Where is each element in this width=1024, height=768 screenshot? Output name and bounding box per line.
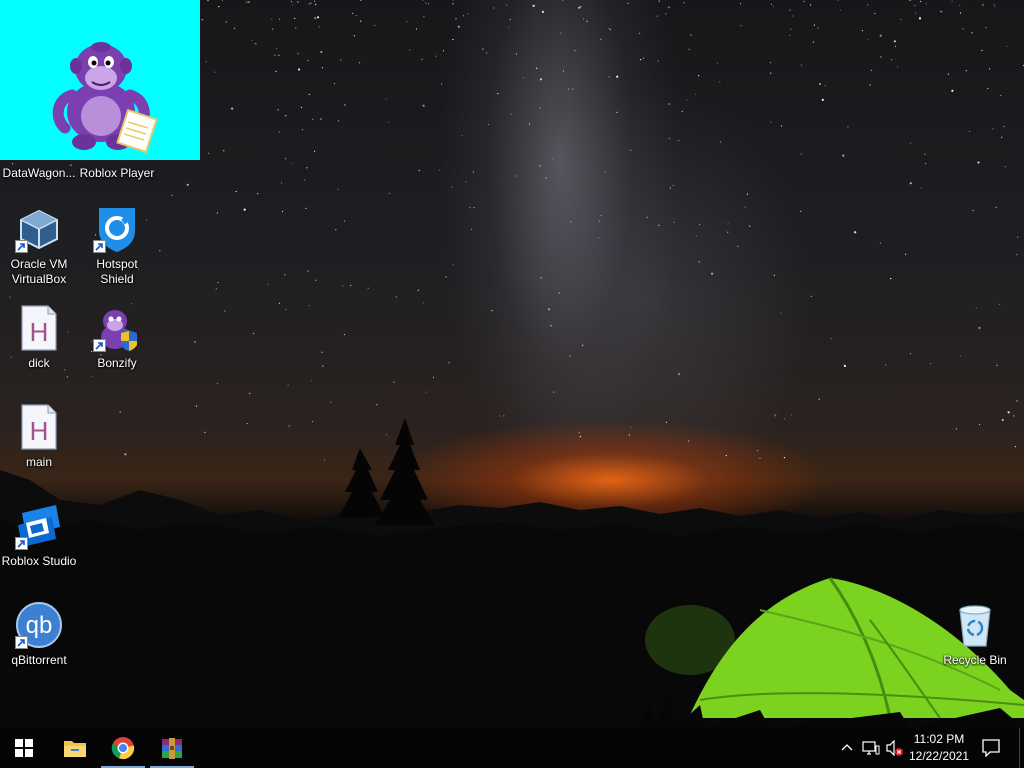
clock-date: 12/22/2021 — [908, 749, 970, 763]
datawagon-icon — [15, 114, 63, 162]
desktop-icon-qbittorrent[interactable]: qb qBittorrent — [0, 601, 78, 668]
desktop-icon-label: dick — [28, 356, 50, 370]
network-icon — [862, 741, 880, 755]
desktop-icon-label: main — [25, 455, 52, 469]
show-desktop-button[interactable] — [1019, 728, 1024, 768]
taskbar: 11:02 PM 12/22/2021 — [0, 728, 1024, 768]
desktop-icon-roblox-studio[interactable]: Roblox Studio — [0, 502, 78, 569]
clock-time: 11:02 PM — [913, 732, 965, 746]
shortcut-arrow-icon — [15, 240, 28, 253]
file-explorer-icon — [64, 741, 86, 757]
chrome-icon — [111, 737, 135, 760]
desktop-icon-roblox-player[interactable]: Roblox Player — [78, 114, 156, 181]
svg-text:H: H — [30, 416, 49, 446]
network-tray-button[interactable] — [862, 740, 880, 761]
roblox-studio-icon — [15, 502, 63, 550]
desktop-icon-label: Hotspot Shield — [96, 257, 138, 286]
shortcut-arrow-icon — [15, 537, 28, 550]
windows-logo-icon — [15, 739, 33, 757]
shortcut-arrow-icon — [15, 636, 28, 649]
taskbar-clock[interactable]: 11:02 PM 12/22/2021 — [904, 731, 974, 765]
winrar-icon — [162, 738, 182, 759]
volume-muted-icon — [886, 739, 903, 757]
virtualbox-icon — [15, 205, 63, 253]
desktop-icon-datawagon[interactable]: DataWagon... — [0, 114, 78, 181]
h-file-icon: H — [15, 403, 63, 451]
qbittorrent-icon: qb — [15, 601, 63, 649]
recycle-bin-icon — [951, 601, 999, 649]
desktop-background[interactable]: DataWagon... Roblox Player Oracle VM Vir… — [0, 0, 1024, 728]
desktop-icon-label: DataWagon... — [2, 166, 76, 180]
roblox-player-icon — [93, 114, 141, 162]
notification-icon — [982, 739, 1000, 758]
desktop-icon-bonzify[interactable]: Bonzify — [78, 304, 156, 371]
desktop-icon-label: qBittorrent — [11, 653, 67, 667]
hotspot-shield-icon — [93, 205, 141, 253]
volume-tray-button[interactable] — [885, 739, 905, 761]
show-hidden-icons-button[interactable] — [840, 740, 854, 759]
desktop-icon-virtualbox[interactable]: Oracle VM VirtualBox — [0, 205, 78, 287]
taskbar-chrome[interactable] — [99, 728, 147, 768]
chevron-up-icon — [841, 744, 853, 751]
desktop-icon-label: Roblox Player — [79, 166, 155, 180]
desktop-icon-hotspot-shield[interactable]: Hotspot Shield — [78, 205, 156, 287]
desktop-icon-label: Oracle VM VirtualBox — [10, 257, 68, 286]
start-button[interactable] — [0, 728, 48, 768]
desktop-icon-label: Roblox Studio — [1, 554, 77, 568]
taskbar-winrar[interactable] — [148, 728, 196, 768]
desktop-icon-label: Recycle Bin — [943, 653, 1007, 667]
svg-text:H: H — [30, 317, 49, 347]
desktop-icon-main-file[interactable]: H main — [0, 403, 78, 470]
taskbar-file-explorer[interactable] — [51, 728, 99, 768]
action-center-button[interactable] — [982, 739, 1000, 762]
bonzify-icon — [93, 304, 141, 352]
desktop-icon-dick-file[interactable]: H dick — [0, 304, 78, 371]
shortcut-arrow-icon — [93, 339, 106, 352]
desktop-icon-label: Bonzify — [97, 356, 137, 370]
desktop-icon-recycle-bin[interactable]: Recycle Bin — [936, 601, 1014, 668]
h-file-icon: H — [15, 304, 63, 352]
shortcut-arrow-icon — [93, 240, 106, 253]
svg-text:qb: qb — [26, 612, 53, 639]
